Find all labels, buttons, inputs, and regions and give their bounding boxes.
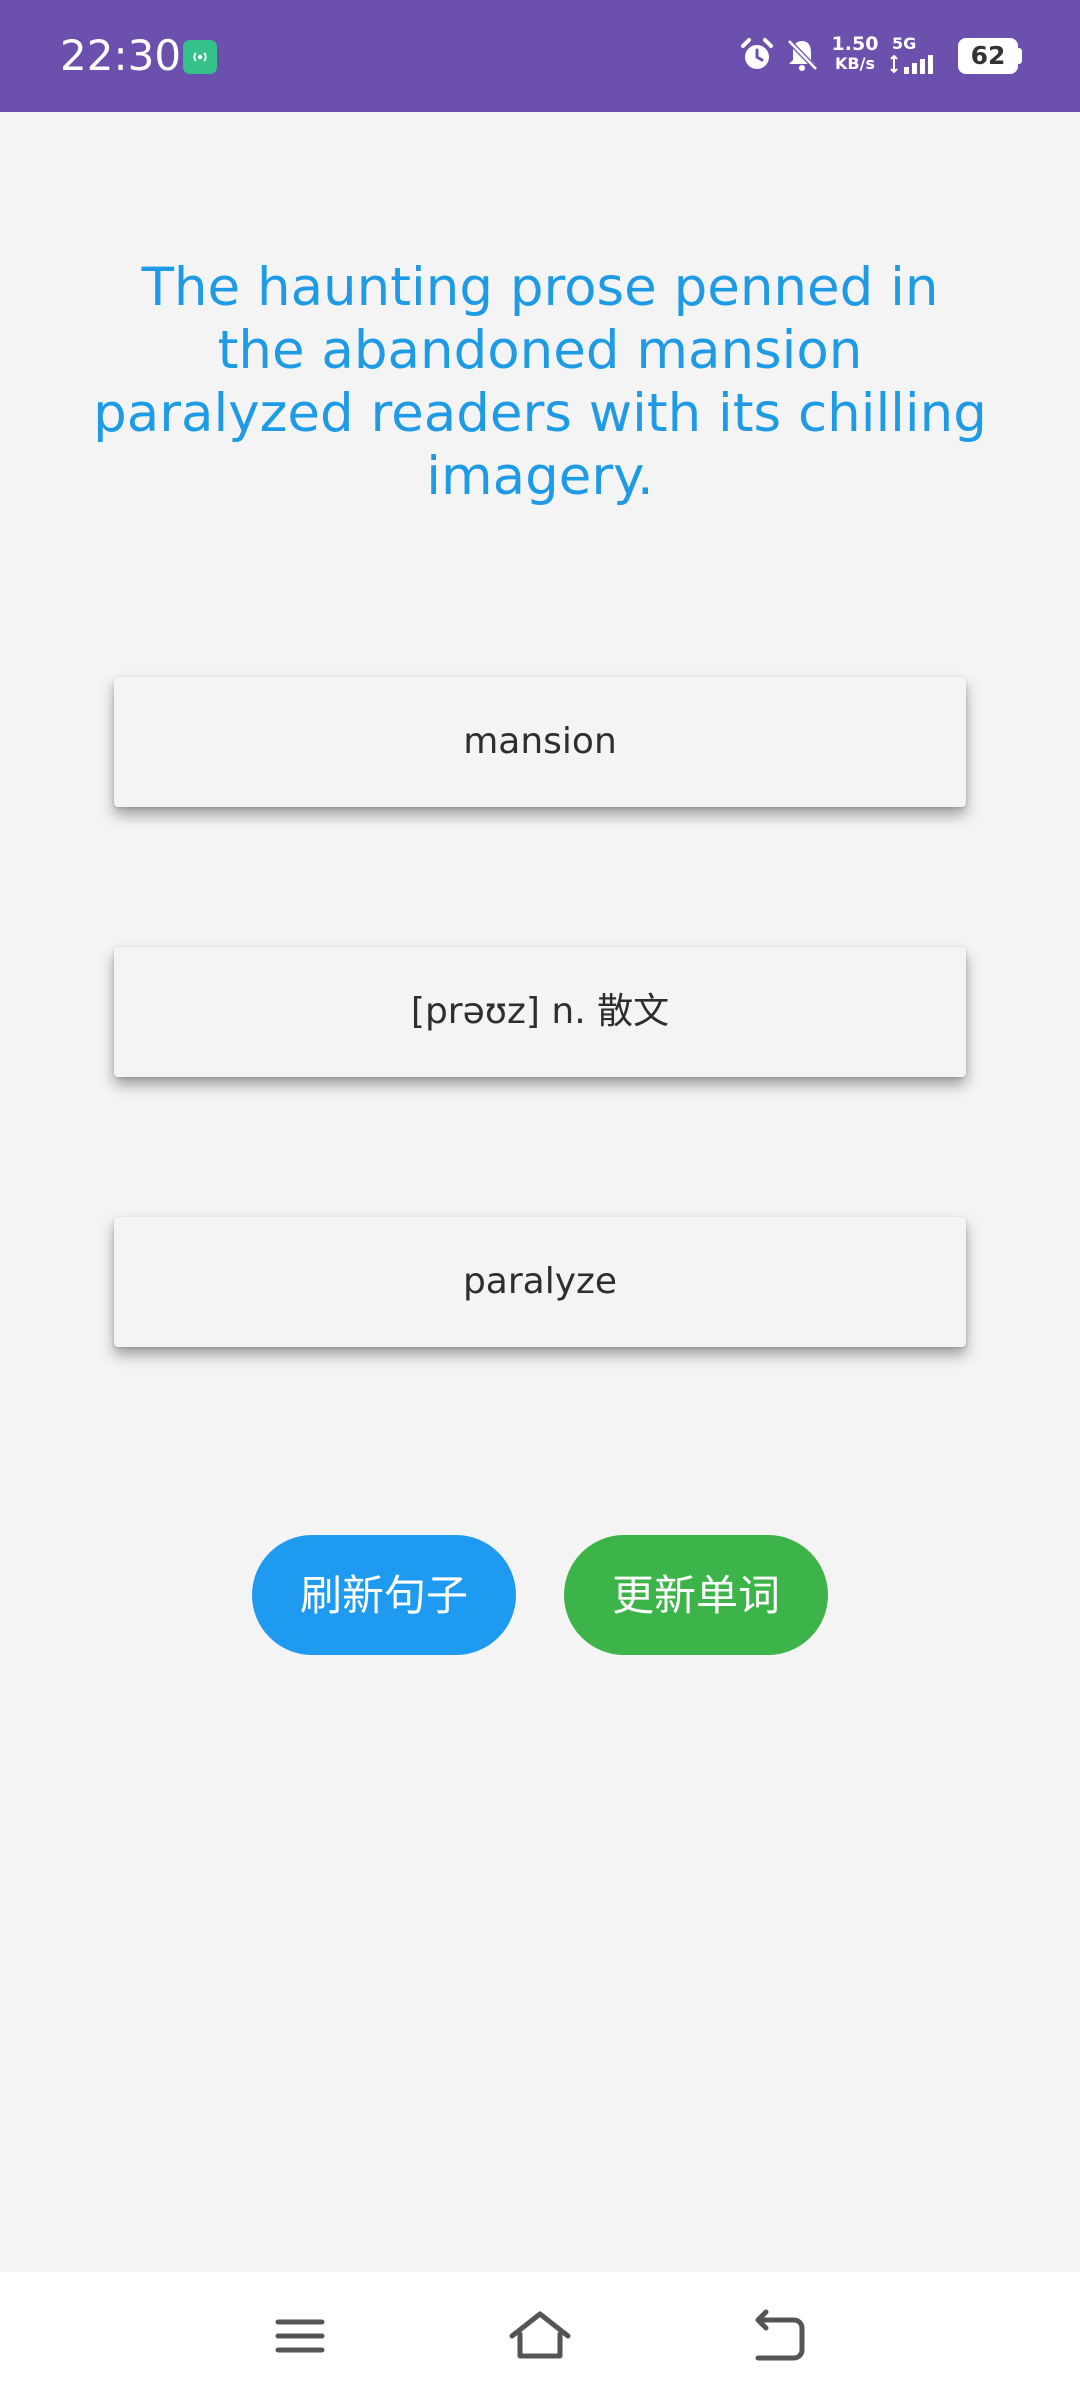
sentence-text: The haunting prose penned in the abandon… [93, 257, 987, 507]
signal-icon [890, 54, 933, 74]
word-card-2[interactable]: [prəʊz] n. 散文 [114, 947, 966, 1077]
net-speed: 1.50 KB/s [830, 34, 880, 74]
net-speed-value: 1.50 [831, 33, 879, 55]
hotspot-icon [183, 40, 217, 74]
nav-menu-button[interactable] [264, 2300, 336, 2372]
network-type-label: 5G [892, 34, 917, 53]
word-card-1[interactable]: mansion [114, 677, 966, 807]
bell-off-icon [787, 39, 818, 71]
net-speed-unit: KB/s [835, 54, 875, 73]
back-icon [755, 2309, 805, 2361]
battery-icon: 62 [958, 38, 1018, 74]
menu-icon [275, 2319, 325, 2353]
status-bar: 22:30 1.50 KB/s 5G 62 [0, 0, 1080, 112]
nav-back-button[interactable] [744, 2300, 816, 2372]
alarm-icon [741, 38, 773, 69]
update-words-button[interactable]: 更新单词 [564, 1535, 828, 1655]
home-icon [509, 2311, 571, 2359]
refresh-sentence-button[interactable]: 刷新句子 [252, 1535, 516, 1655]
word-card-3[interactable]: paralyze [114, 1217, 966, 1347]
status-time: 22:30 [60, 31, 182, 80]
battery-tip [1018, 48, 1022, 64]
navigation-bar [0, 2272, 1080, 2400]
nav-home-button[interactable] [504, 2300, 576, 2372]
